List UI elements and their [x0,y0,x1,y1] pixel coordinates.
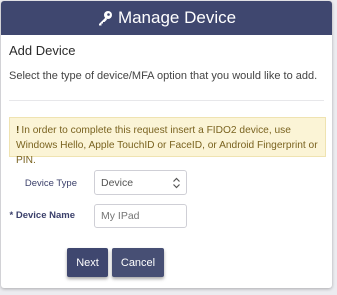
cancel-button[interactable]: Cancel [112,248,164,277]
next-button[interactable]: Next [67,248,108,277]
alert-message: In order to complete this request insert… [16,125,318,166]
section-title: Add Device [9,43,76,58]
device-type-select[interactable]: Device [94,170,187,195]
device-type-value: Device [101,176,134,189]
warning-alert: ! In order to complete this request inser… [9,117,326,166]
divider [9,100,324,101]
section-description: Select the type of device/MFA option tha… [9,70,318,82]
device-type-label: Device Type [24,178,77,189]
device-name-input[interactable] [94,204,187,228]
key-icon [97,10,113,26]
page-title: Manage Device [117,8,237,27]
device-name-label: * Device Name [9,210,75,221]
header-bar: Manage Device [1,1,332,35]
select-arrows-icon [172,177,181,192]
exclamation-icon: ! [16,125,20,136]
manage-device-card: Manage Device Add Device Select the type… [1,1,332,288]
